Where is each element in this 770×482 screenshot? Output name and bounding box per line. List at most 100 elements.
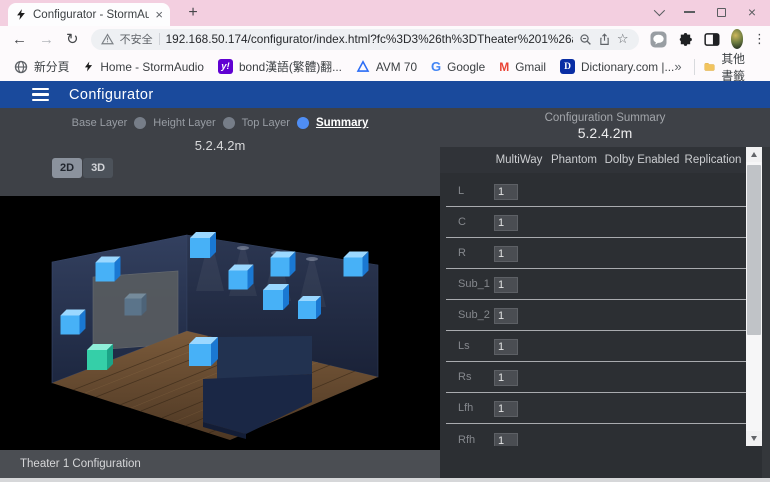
column-phantom: Phantom [544, 154, 604, 166]
window-menu-chevron-icon[interactable] [654, 8, 662, 16]
speaker-cube-blue[interactable] [298, 296, 321, 319]
bookmarks-overflow-chevron[interactable]: » [674, 59, 681, 74]
column-multiway: MultiWay [494, 154, 544, 166]
window-close-icon[interactable]: × [748, 4, 756, 20]
step-base-layer[interactable]: Base Layer [72, 117, 128, 129]
multiway-input[interactable] [494, 339, 518, 355]
step-top-layer[interactable]: Top Layer [242, 117, 290, 129]
channel-label: Sub_2 [446, 309, 494, 321]
step-height-layer[interactable]: Height Layer [153, 117, 215, 129]
scroll-down-button[interactable] [746, 431, 762, 446]
view-3d-button[interactable]: 3D [83, 158, 113, 178]
bookmark-star-icon[interactable]: ☆ [617, 31, 629, 47]
view-toggle: 2D 3D [52, 158, 113, 178]
globe-icon [14, 60, 28, 74]
browser-menu-icon[interactable]: ⋮ [753, 31, 766, 47]
google-g-icon: G [431, 59, 441, 74]
channel-label: Lfh [446, 402, 494, 414]
multiway-input[interactable] [494, 308, 518, 324]
scroll-up-button[interactable] [746, 147, 762, 162]
sofa [203, 336, 312, 439]
url-text[interactable]: 192.168.50.174/configurator/index.html?f… [166, 32, 573, 46]
anthem-triangle-icon [356, 60, 370, 73]
bookmark-label: bond漢語(繁體)翻... [239, 58, 342, 75]
channel-table: L C R Sub_1 Sub_2 [446, 173, 746, 446]
tab-close-icon[interactable]: × [155, 8, 163, 21]
multiway-input[interactable] [494, 370, 518, 386]
bookmark-dictionary[interactable]: D Dictionary.com |... [560, 59, 674, 74]
bookmark-new-tab[interactable]: 新分頁 [14, 58, 69, 75]
bookmark-gmail[interactable]: M Gmail [499, 60, 546, 74]
table-scrollbar[interactable] [746, 147, 762, 446]
window-minimize-icon[interactable] [684, 11, 695, 13]
bookmark-google[interactable]: G Google [431, 59, 485, 74]
security-label: 不安全 [120, 31, 153, 47]
table-row-r: R [446, 238, 746, 269]
view-2d-button[interactable]: 2D [52, 158, 82, 178]
room-render [0, 196, 440, 450]
new-tab-button[interactable]: + [182, 2, 204, 24]
bookmark-label: Home - StormAudio [100, 60, 204, 74]
yahoo-icon: y! [218, 59, 233, 74]
channel-label: L [446, 185, 494, 197]
other-bookmarks-button[interactable]: 其他書籤 [704, 50, 756, 84]
bookmark-label: AVM 70 [376, 60, 417, 74]
configuration-summary-panel: Configuration Summary 5.2.4.2m MultiWay … [440, 108, 770, 478]
address-bar[interactable]: 不安全 192.168.50.174/configurator/index.ht… [91, 29, 639, 50]
back-icon[interactable]: ← [12, 32, 27, 47]
table-row-rs: Rs [446, 362, 746, 393]
profile-avatar[interactable] [731, 29, 743, 49]
window-maximize-icon[interactable] [717, 8, 726, 17]
multiway-input[interactable] [494, 246, 518, 262]
column-dolby-enabled: Dolby Enabled [604, 154, 680, 166]
speaker-cube-blue[interactable] [96, 257, 121, 282]
step-summary[interactable]: Summary [316, 117, 368, 129]
bookmarks-bar: 新分頁 Home - StormAudio y! bond漢語(繁體)翻... … [0, 52, 770, 81]
scrollbar-thumb[interactable] [747, 165, 761, 335]
speaker-cube-blue[interactable] [229, 265, 254, 290]
share-icon[interactable] [598, 33, 611, 46]
speaker-cube-blue[interactable] [190, 232, 216, 258]
multiway-input[interactable] [494, 184, 518, 200]
channel-label: Ls [446, 340, 494, 352]
summary-config-name: 5.2.4.2m [440, 125, 770, 141]
extensions-puzzle-icon[interactable] [678, 32, 693, 47]
reload-icon[interactable]: ↻ [66, 32, 79, 47]
address-separator [159, 33, 160, 45]
bookmark-stormaudio-home[interactable]: Home - StormAudio [83, 60, 204, 74]
dictionary-d-icon: D [560, 59, 575, 74]
speaker-cube-teal[interactable] [87, 344, 113, 370]
step-dot [223, 117, 235, 129]
speaker-cube-blue[interactable] [263, 284, 289, 310]
channel-label: Rs [446, 371, 494, 383]
browser-tab[interactable]: Configurator - StormAudio × [8, 3, 170, 26]
multiway-input[interactable] [494, 277, 518, 293]
table-row-ls: Ls [446, 331, 746, 362]
folder-icon [704, 60, 715, 73]
speaker-cube-blue[interactable] [344, 252, 369, 277]
table-row-l: L [446, 176, 746, 207]
speaker-cube-blue[interactable] [271, 252, 296, 277]
speaker-cube-blue[interactable] [61, 310, 86, 335]
side-panel-icon[interactable] [704, 32, 720, 47]
speaker-cube-ghost[interactable] [125, 294, 147, 316]
window-bottom-edge [0, 478, 770, 482]
bookmark-label: Dictionary.com |... [581, 60, 674, 74]
bookmark-translator[interactable]: y! bond漢語(繁體)翻... [218, 58, 342, 75]
multiway-input[interactable] [494, 433, 518, 447]
bookmark-label: Gmail [515, 60, 546, 74]
line-extension-icon[interactable] [650, 31, 667, 48]
not-secure-warning-icon [101, 33, 114, 45]
channel-label: Sub_1 [446, 278, 494, 290]
configurator-subheader: Base Layer Height Layer Top Layer Summar… [0, 108, 440, 196]
multiway-input[interactable] [494, 215, 518, 231]
multiway-input[interactable] [494, 401, 518, 417]
window-controls: × [654, 0, 764, 24]
speaker-cube-blue[interactable] [189, 337, 218, 366]
room-3d-viewport[interactable] [0, 196, 440, 450]
zoom-icon[interactable] [579, 33, 592, 46]
menu-hamburger-icon[interactable] [32, 88, 49, 102]
table-row-lfh: Lfh [446, 393, 746, 424]
gmail-m-icon: M [499, 60, 509, 74]
bookmark-avm70[interactable]: AVM 70 [356, 60, 417, 74]
